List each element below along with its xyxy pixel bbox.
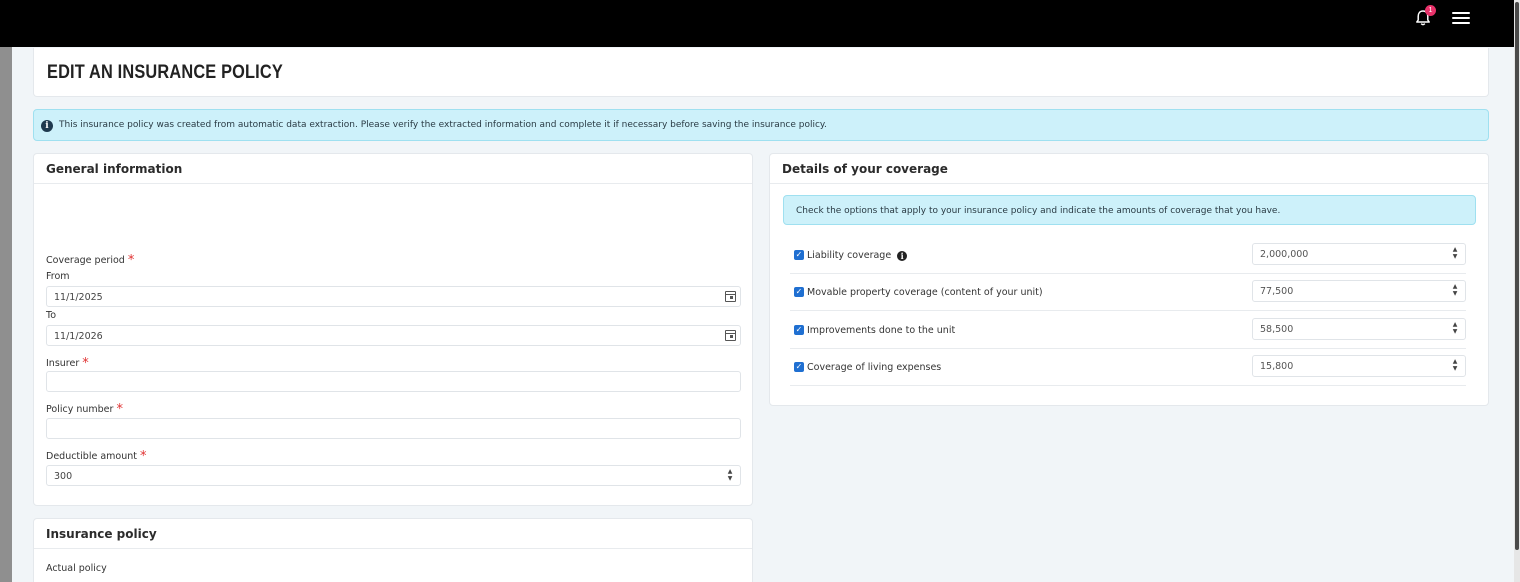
calendar-icon[interactable] bbox=[725, 291, 736, 302]
card-divider bbox=[34, 183, 752, 184]
from-date-value: 11/1/2025 bbox=[54, 292, 103, 303]
movable-property-label: Movable property coverage (content of yo… bbox=[807, 287, 1043, 298]
liability-checkbox[interactable]: ✓ bbox=[794, 250, 804, 260]
notification-badge: 1 bbox=[1425, 5, 1436, 16]
number-spinner-icon[interactable]: ▲ ▼ bbox=[726, 468, 734, 483]
improvements-label: Improvements done to the unit bbox=[807, 325, 956, 336]
number-spinner-icon[interactable]: ▲ ▼ bbox=[1451, 358, 1459, 373]
to-date-input[interactable]: 11/1/2026 bbox=[46, 325, 741, 346]
card-divider bbox=[770, 183, 1488, 184]
coverage-period-label: Coverage period * bbox=[46, 253, 135, 268]
improvements-amount-input[interactable]: 58,500 ▲ ▼ bbox=[1252, 318, 1466, 340]
liability-label: Liability coverage i bbox=[807, 250, 908, 261]
deductible-amount-label: Deductible amount * bbox=[46, 449, 147, 464]
movable-property-checkbox[interactable]: ✓ bbox=[794, 287, 804, 297]
left-background-strip bbox=[0, 47, 12, 582]
movable-property-amount-input[interactable]: 77,500 ▲ ▼ bbox=[1252, 280, 1466, 302]
insurance-policy-card: Insurance policy Actual policy bbox=[33, 518, 753, 582]
deductible-amount-input[interactable]: 300 ▲ ▼ bbox=[46, 465, 741, 486]
policy-number-input[interactable] bbox=[46, 418, 741, 439]
card-divider bbox=[34, 548, 752, 549]
improvements-amount-value: 58,500 bbox=[1260, 324, 1294, 335]
page-scrollbar[interactable] bbox=[1514, 0, 1520, 582]
alert-message: This insurance policy was created from a… bbox=[59, 120, 827, 130]
general-information-card: General information Coverage period * Fro… bbox=[33, 153, 753, 506]
liability-amount-input[interactable]: 2,000,000 ▲ ▼ bbox=[1252, 243, 1466, 265]
page-title: EDIT AN INSURANCE POLICY bbox=[47, 62, 283, 83]
info-icon[interactable]: i bbox=[897, 251, 908, 261]
required-marker: * bbox=[82, 356, 89, 371]
number-spinner-icon[interactable]: ▲ ▼ bbox=[1451, 246, 1459, 261]
living-expenses-checkbox[interactable]: ✓ bbox=[794, 362, 804, 372]
from-label: From bbox=[46, 271, 70, 282]
improvements-checkbox[interactable]: ✓ bbox=[794, 325, 804, 335]
deductible-value: 300 bbox=[54, 471, 73, 482]
required-marker: * bbox=[127, 253, 135, 268]
insurer-input[interactable] bbox=[46, 371, 741, 392]
living-expenses-amount-input[interactable]: 15,800 ▲ ▼ bbox=[1252, 355, 1466, 377]
coverage-row-improvements: ✓ Improvements done to the unit 58,500 ▲… bbox=[790, 313, 1466, 349]
policy-number-label: Policy number * bbox=[46, 402, 123, 417]
required-marker: * bbox=[116, 402, 123, 417]
coverage-row-liability: ✓ Liability coverage i 2,000,000 ▲ ▼ bbox=[790, 238, 1466, 274]
to-date-value: 11/1/2026 bbox=[54, 331, 103, 342]
page-header: EDIT AN INSURANCE POLICY bbox=[33, 48, 1489, 97]
scrollbar-thumb[interactable] bbox=[1515, 2, 1519, 550]
to-label: To bbox=[46, 310, 57, 321]
liability-amount-value: 2,000,000 bbox=[1260, 249, 1309, 260]
top-bar: 1 bbox=[0, 0, 1514, 47]
hamburger-menu-icon[interactable] bbox=[1452, 9, 1470, 27]
general-information-title: General information bbox=[46, 162, 183, 176]
coverage-details-title: Details of your coverage bbox=[782, 162, 948, 176]
living-expenses-label: Coverage of living expenses bbox=[807, 362, 942, 373]
actual-policy-label: Actual policy bbox=[46, 563, 107, 574]
calendar-icon[interactable] bbox=[725, 330, 736, 341]
number-spinner-icon[interactable]: ▲ ▼ bbox=[1451, 283, 1459, 298]
info-icon: i bbox=[41, 120, 53, 132]
insurer-label: Insurer * bbox=[46, 356, 89, 371]
required-marker: * bbox=[140, 449, 147, 464]
living-expenses-amount-value: 15,800 bbox=[1260, 361, 1294, 372]
from-date-input[interactable]: 11/1/2025 bbox=[46, 286, 741, 307]
notifications-button[interactable]: 1 bbox=[1413, 5, 1436, 30]
insurance-policy-title: Insurance policy bbox=[46, 527, 157, 541]
extraction-info-alert: i This insurance policy was created from… bbox=[33, 109, 1489, 141]
movable-property-amount-value: 77,500 bbox=[1260, 286, 1294, 297]
coverage-row-movable-property: ✓ Movable property coverage (content of … bbox=[790, 275, 1466, 311]
coverage-details-card: Details of your coverage Check the optio… bbox=[769, 153, 1489, 406]
coverage-info-text: Check the options that apply to your ins… bbox=[796, 206, 1281, 216]
coverage-row-living-expenses: ✓ Coverage of living expenses 15,800 ▲ ▼ bbox=[790, 350, 1466, 386]
number-spinner-icon[interactable]: ▲ ▼ bbox=[1451, 321, 1459, 336]
coverage-info-alert: Check the options that apply to your ins… bbox=[783, 195, 1476, 225]
